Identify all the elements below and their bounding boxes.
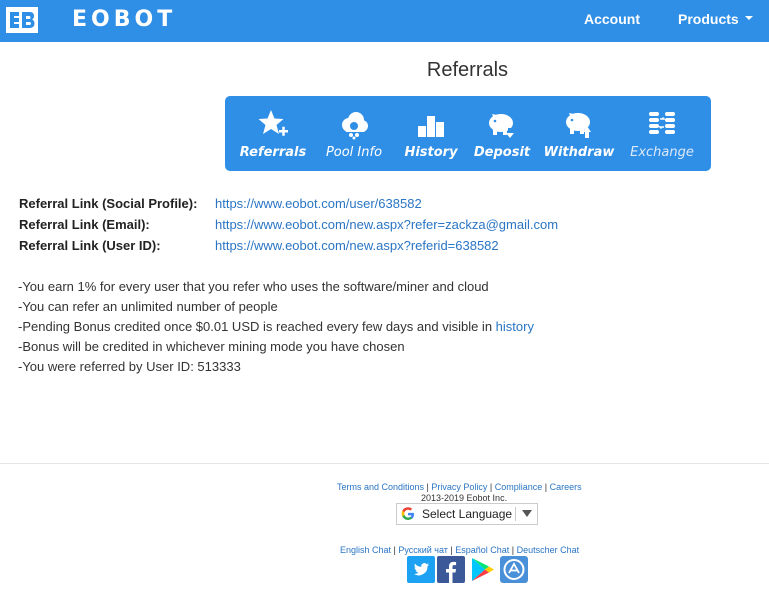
page-title: Referrals <box>426 59 509 81</box>
toolbar-history[interactable]: History <box>391 96 471 171</box>
star-plus-icon <box>258 110 288 136</box>
footer-separator: | <box>509 545 517 555</box>
info-line-unlimited: -You can refer an unlimited number of pe… <box>18 299 278 314</box>
piggy-bank-withdraw-icon <box>566 113 591 138</box>
brand-name[interactable]: EOBOT <box>72 7 176 32</box>
copyright-text: 2013-2019 Eobot Inc. <box>421 493 508 503</box>
terms-link[interactable]: Terms and Conditions <box>337 482 424 492</box>
toolbar-deposit-label: Deposit <box>473 145 531 160</box>
toolbar-history-label: History <box>404 145 458 160</box>
facebook-icon[interactable] <box>437 556 465 583</box>
language-select-divider <box>515 507 516 521</box>
footer-separator: | <box>542 482 550 492</box>
history-link[interactable]: history <box>496 319 534 334</box>
referral-userid-link[interactable]: https://www.eobot.com/new.aspx?referid=6… <box>215 238 499 253</box>
info-pending-text: -Pending Bonus credited once $0.01 USD i… <box>18 319 496 334</box>
referral-social-label: Referral Link (Social Profile): <box>19 196 198 211</box>
info-line-referred-by: -You were referred by User ID: 513333 <box>18 359 241 374</box>
dropdown-arrow-icon <box>522 510 532 517</box>
referral-social-link[interactable]: https://www.eobot.com/user/638582 <box>215 196 422 211</box>
language-select[interactable]: Select Language <box>396 503 538 525</box>
referral-email-label: Referral Link (Email): <box>19 217 150 232</box>
toolbar-referrals[interactable]: Referrals <box>233 96 313 171</box>
compliance-link[interactable]: Compliance <box>495 482 543 492</box>
toolbar-withdraw[interactable]: Withdraw <box>539 96 619 171</box>
account-toolbar: Referrals Pool Info History Deposit With… <box>225 96 711 171</box>
spanish-chat-link[interactable]: Español Chat <box>455 545 509 555</box>
toolbar-deposit[interactable]: Deposit <box>462 96 542 171</box>
english-chat-link[interactable]: English Chat <box>340 545 391 555</box>
privacy-link[interactable]: Privacy Policy <box>431 482 487 492</box>
coin-stacks-icon <box>649 112 675 134</box>
google-icon <box>401 507 414 520</box>
referral-userid-label: Referral Link (User ID): <box>19 238 161 253</box>
top-navbar: EOBOT Account Products <box>0 0 769 42</box>
twitter-icon[interactable] <box>407 556 435 583</box>
app-store-icon[interactable] <box>500 556 528 583</box>
toolbar-withdraw-label: Withdraw <box>543 145 615 160</box>
referral-email-link[interactable]: https://www.eobot.com/new.aspx?refer=zac… <box>215 217 558 232</box>
nav-account[interactable]: Account <box>584 11 640 27</box>
footer-divider <box>0 463 769 464</box>
eobot-logo-icon[interactable] <box>6 7 38 33</box>
piggy-bank-deposit-icon <box>489 114 514 138</box>
language-select-label: Select Language <box>422 507 513 521</box>
footer-links: Terms and Conditions | Privacy Policy | … <box>337 482 582 492</box>
toolbar-pool-info[interactable]: Pool Info <box>314 96 394 171</box>
footer-separator: | <box>487 482 495 492</box>
german-chat-link[interactable]: Deutscher Chat <box>517 545 580 555</box>
toolbar-pool-info-label: Pool Info <box>325 145 383 160</box>
bar-chart-icon <box>418 116 444 137</box>
russian-chat-link[interactable]: Русский чат <box>398 545 448 555</box>
chat-links: English Chat | Русский чат | Español Cha… <box>340 545 579 555</box>
toolbar-exchange[interactable]: Exchange <box>622 96 702 171</box>
info-line-mode: -Bonus will be credited in whichever min… <box>18 339 405 354</box>
google-play-icon[interactable] <box>468 556 496 583</box>
toolbar-referrals-label: Referrals <box>239 145 307 160</box>
toolbar-exchange-label: Exchange <box>630 145 694 160</box>
caret-down-icon <box>744 16 753 21</box>
info-line-earn: -You earn 1% for every user that you ref… <box>18 279 489 294</box>
careers-link[interactable]: Careers <box>550 482 582 492</box>
nav-products[interactable]: Products <box>678 11 753 27</box>
info-line-pending: -Pending Bonus credited once $0.01 USD i… <box>18 319 534 334</box>
nav-products-label: Products <box>678 11 739 27</box>
cloud-icon <box>342 112 368 140</box>
